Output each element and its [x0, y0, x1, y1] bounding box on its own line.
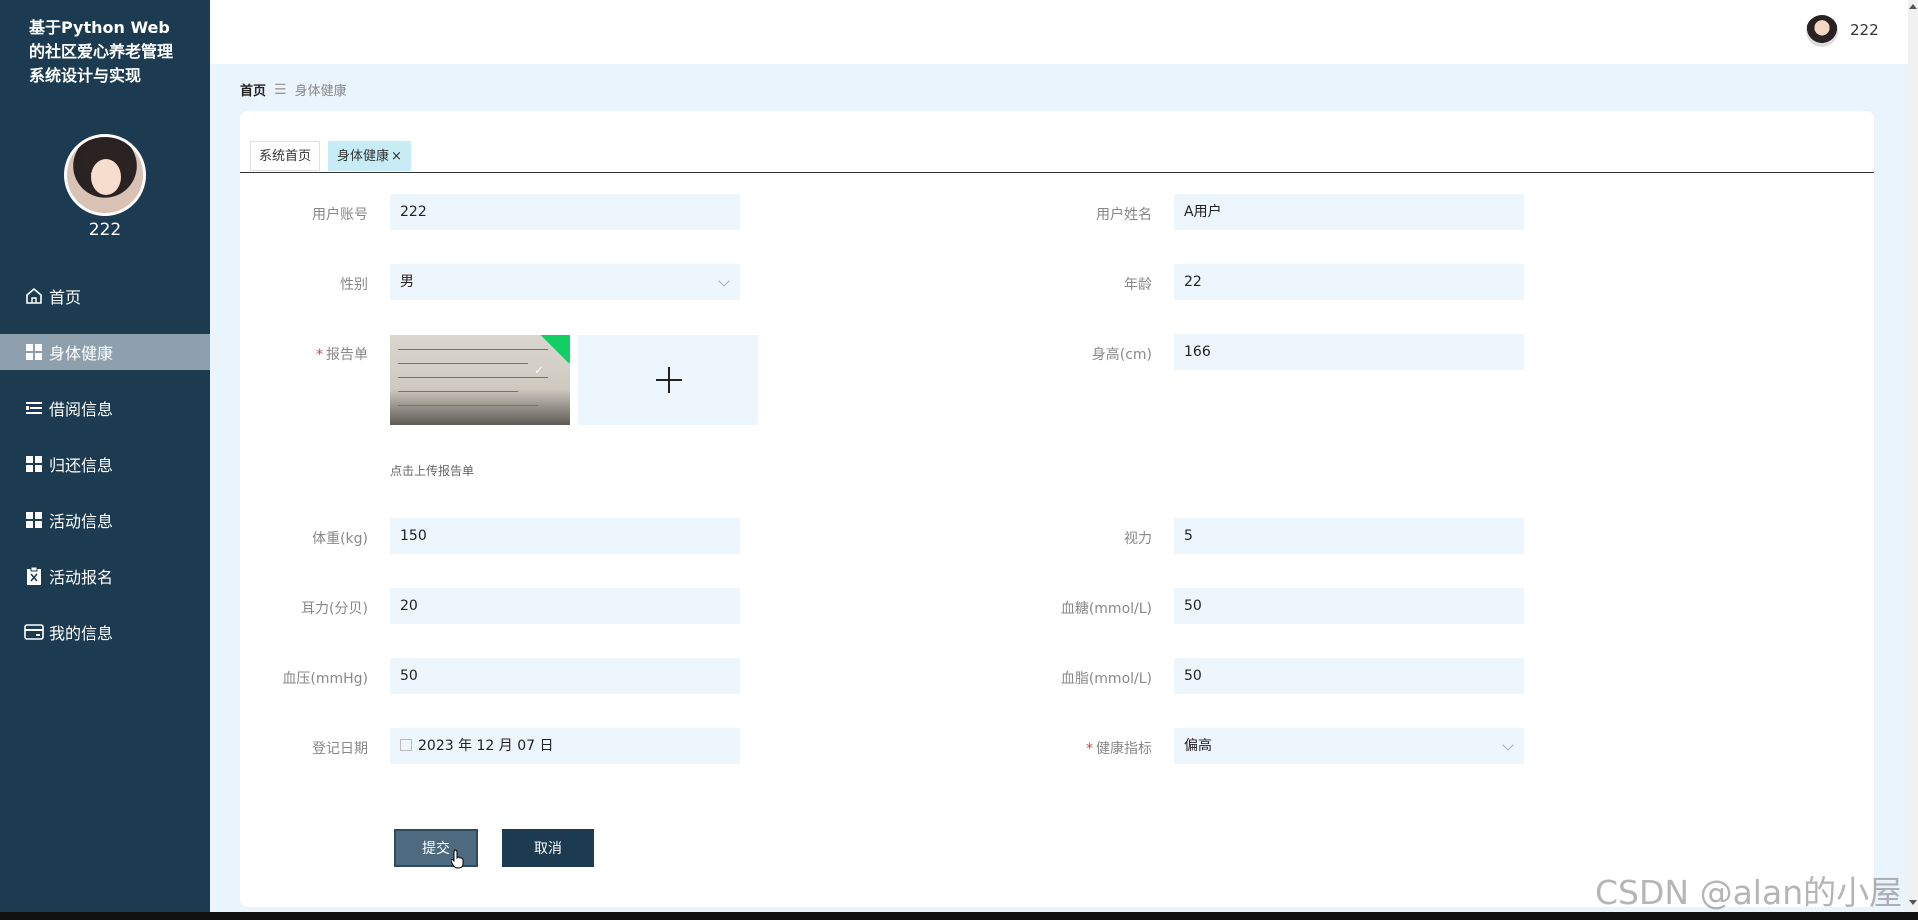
- upload-hint: 点击上传报告单: [390, 464, 475, 478]
- cancel-button[interactable]: 取消: [502, 829, 594, 867]
- tab-label: 系统首页: [259, 149, 312, 164]
- blood-pressure-label: 血压(mmHg): [282, 671, 368, 687]
- blood-lipid-label: 血脂(mmol/L): [1060, 671, 1152, 687]
- health-index-select[interactable]: 偏高: [1174, 728, 1524, 764]
- height-label: 身高(cm): [1091, 347, 1152, 363]
- hearing-label: 耳力(分贝): [301, 601, 368, 617]
- sidebar-item-label: 首页: [49, 288, 82, 307]
- vision-label: 视力: [1124, 531, 1152, 547]
- calendar-icon: [400, 739, 412, 751]
- account-label: 用户账号: [312, 207, 368, 223]
- age-input[interactable]: 22: [1174, 264, 1524, 300]
- sidebar-item-label: 借阅信息: [49, 400, 114, 419]
- weight-label: 体重(kg): [312, 531, 368, 547]
- sidebar-item-label: 身体健康: [49, 344, 114, 363]
- chevron-down-icon: [718, 275, 730, 287]
- app-title: 基于Python Web的社区爱心养老管理系统设计与实现: [29, 18, 174, 85]
- age-label: 年龄: [1124, 277, 1152, 293]
- grid-icon: [24, 342, 44, 362]
- grid-icon: [24, 454, 44, 474]
- sidebar-item-return[interactable]: 归还信息: [0, 436, 210, 492]
- blood-pressure-input[interactable]: 50: [390, 658, 740, 694]
- tab-label: 身体健康: [337, 149, 390, 164]
- breadcrumb-current: 身体健康: [294, 84, 347, 99]
- name-input[interactable]: A用户: [1174, 194, 1524, 230]
- home-icon: [24, 286, 44, 306]
- sidebar-item-borrow[interactable]: 借阅信息: [0, 380, 210, 436]
- height-input[interactable]: 166: [1174, 334, 1524, 370]
- sidebar-item-label: 活动信息: [49, 512, 114, 531]
- topbar-avatar[interactable]: [1806, 15, 1838, 47]
- gender-label: 性别: [340, 277, 368, 293]
- health-index-label-text: 健康指标: [1096, 741, 1152, 757]
- topbar-username[interactable]: 222: [1850, 21, 1879, 39]
- sidebar-item-label: 活动报名: [49, 568, 114, 587]
- submit-button[interactable]: 提交: [394, 829, 478, 867]
- health-index-label: * 健康指标: [952, 738, 1152, 758]
- scroll-down-icon[interactable]: [1909, 900, 1917, 905]
- required-mark: *: [1086, 741, 1093, 757]
- health-index-value: 偏高: [1184, 738, 1212, 754]
- tab-bar: 系统首页 身体健康 ×: [240, 131, 1874, 173]
- watermark: CSDN @alan的小屋: [1595, 873, 1903, 912]
- hand-cursor-icon: [451, 849, 464, 869]
- tab-health[interactable]: 身体健康 ×: [328, 141, 411, 171]
- report-label-text: 报告单: [326, 347, 368, 363]
- gender-value: 男: [400, 274, 414, 290]
- sidebar-item-label: 我的信息: [49, 624, 114, 643]
- vertical-scrollbar[interactable]: [1908, 0, 1918, 912]
- close-icon[interactable]: ×: [391, 149, 402, 164]
- breadcrumb: 首页 ☰ 身体健康: [240, 80, 347, 100]
- chevron-down-icon: [1502, 739, 1514, 751]
- reg-date-label: 登记日期: [312, 741, 368, 757]
- account-input[interactable]: 222: [390, 194, 740, 230]
- blood-sugar-label: 血糖(mmol/L): [1060, 601, 1152, 617]
- card-icon: [24, 622, 44, 642]
- report-label: * 报告单: [168, 344, 368, 364]
- grid-icon: [24, 510, 44, 530]
- sidebar-item-signup[interactable]: 活动报名: [0, 548, 210, 604]
- hearing-input[interactable]: 20: [390, 588, 740, 624]
- breadcrumb-separator-icon: ☰: [274, 81, 287, 98]
- vision-input[interactable]: 5: [1174, 518, 1524, 554]
- sidebar: 基于Python Web的社区爱心养老管理系统设计与实现 222 首页 身体健康…: [0, 0, 210, 912]
- name-label: 用户姓名: [1096, 207, 1152, 223]
- check-icon: ✓: [533, 363, 544, 377]
- breadcrumb-home[interactable]: 首页: [240, 80, 266, 99]
- blood-sugar-input[interactable]: 50: [1174, 588, 1524, 624]
- tab-system-home[interactable]: 系统首页: [250, 141, 321, 171]
- required-mark: *: [316, 347, 323, 363]
- list-icon: [24, 398, 44, 418]
- sidebar-item-label: 归还信息: [49, 456, 114, 475]
- sidebar-avatar: [64, 134, 146, 216]
- weight-input[interactable]: 150: [390, 518, 740, 554]
- topbar: 222: [210, 0, 1908, 64]
- reg-date-value: 2023 年 12 月 07 日: [418, 738, 554, 754]
- gender-select[interactable]: 男: [390, 264, 740, 300]
- report-thumbnail[interactable]: ✓: [390, 335, 570, 425]
- blood-lipid-input[interactable]: 50: [1174, 658, 1524, 694]
- upload-button[interactable]: [578, 335, 758, 425]
- scroll-up-icon[interactable]: [1909, 4, 1917, 9]
- main-card: 系统首页 身体健康 × 用户账号 222 用户姓名 A用户 性别 男 年龄 22 …: [240, 111, 1874, 907]
- reg-date-picker[interactable]: 2023 年 12 月 07 日: [390, 728, 740, 764]
- clipboard-icon: [24, 566, 44, 586]
